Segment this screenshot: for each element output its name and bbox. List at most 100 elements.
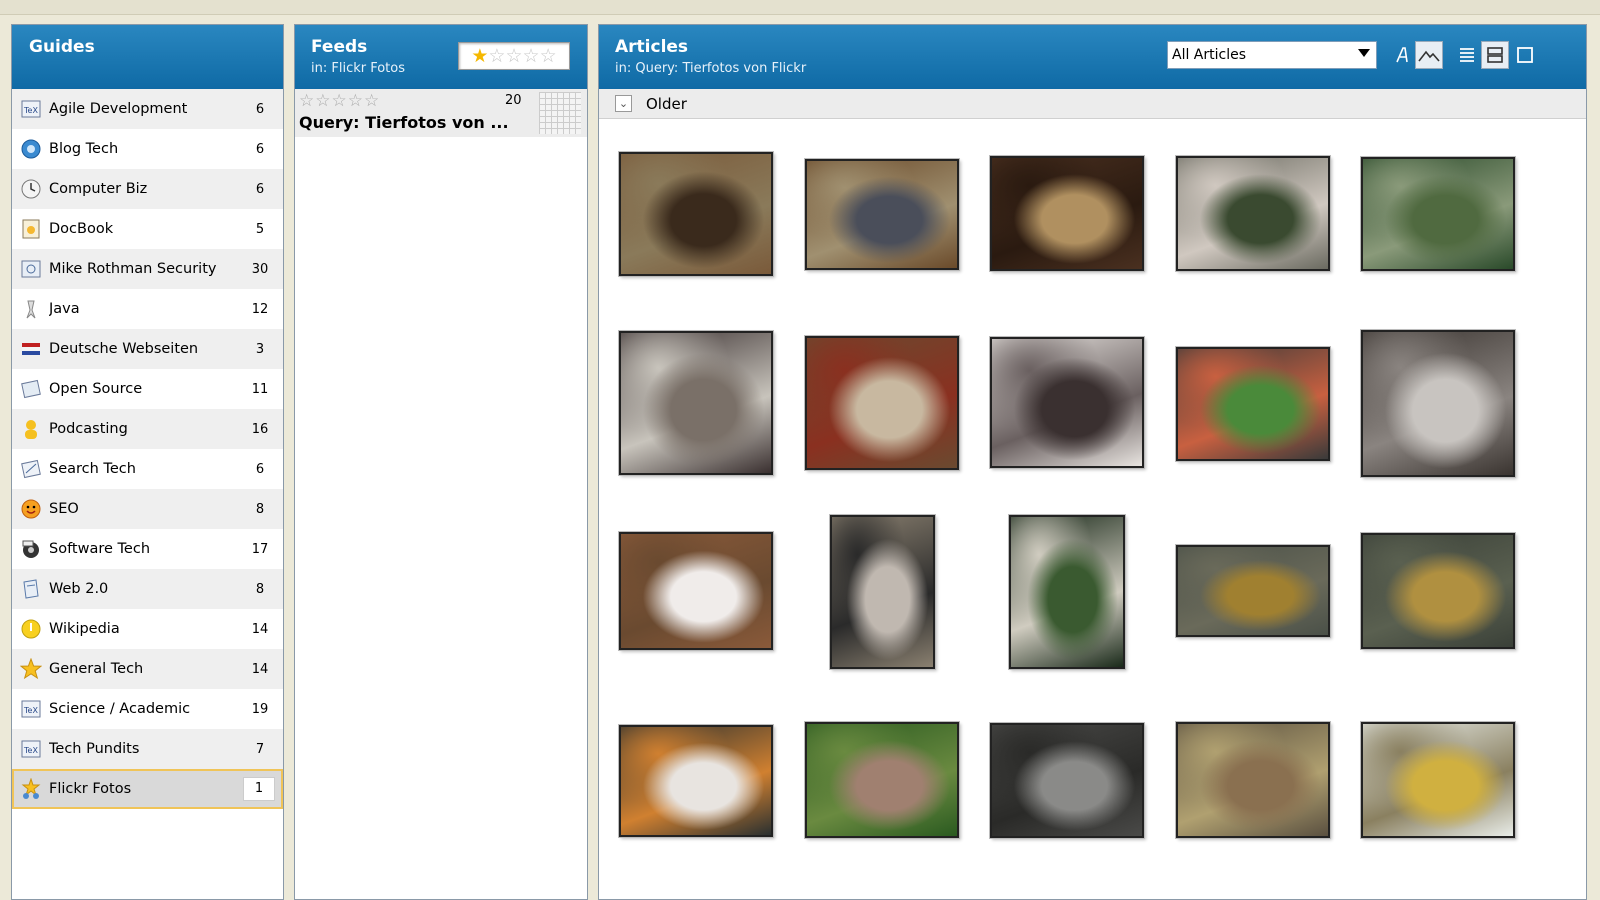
- guide-label: Agile Development: [49, 101, 188, 117]
- guide-label: Computer Biz: [49, 181, 148, 197]
- unread-count-badge: 7: [255, 741, 265, 757]
- image-view-icon[interactable]: [1415, 41, 1443, 69]
- unread-count-badge: 5: [255, 221, 265, 237]
- single-view-icon[interactable]: [1511, 41, 1539, 69]
- guide-label: Flickr Fotos: [49, 781, 132, 797]
- tex-document-icon: TeX: [19, 697, 43, 721]
- window-top-strip: [0, 0, 1600, 15]
- guide-item-agile-development[interactable]: TeX Agile Development 6: [12, 89, 283, 129]
- article-thumbnail[interactable]: [1176, 156, 1330, 271]
- guides-list: TeX Agile Development 6 Blog Tech 6 Computer …: [12, 89, 283, 809]
- chevron-down-icon: [1358, 49, 1370, 57]
- guide-item-science-academic[interactable]: TeX Science / Academic 19: [12, 689, 283, 729]
- guide-item-computer-biz[interactable]: Computer Biz 6: [12, 169, 283, 209]
- feed-title: Query: Tierfotos von ...: [299, 113, 509, 132]
- article-thumbnail[interactable]: [805, 722, 959, 838]
- rating-star-icon[interactable]: ☆: [488, 46, 505, 66]
- guide-item-java[interactable]: Java 12: [12, 289, 283, 329]
- list-view-icon[interactable]: [1453, 41, 1481, 69]
- guide-label: Search Tech: [49, 461, 136, 477]
- rating-star-icon[interactable]: ☆: [505, 46, 522, 66]
- guide-label: Podcasting: [49, 421, 128, 437]
- unread-count-badge: 6: [255, 461, 265, 477]
- article-thumbnail[interactable]: [1176, 722, 1330, 838]
- article-thumbnail[interactable]: [1361, 330, 1515, 477]
- unread-count-badge: 19: [251, 701, 269, 717]
- font-icon[interactable]: [1389, 41, 1417, 69]
- article-thumbnail[interactable]: [1176, 347, 1330, 461]
- article-thumbnail[interactable]: [1361, 533, 1515, 649]
- guide-item-flickr-fotos[interactable]: Flickr Fotos 1: [12, 769, 283, 809]
- guide-item-deutsche-webseiten[interactable]: Deutsche Webseiten 3: [12, 329, 283, 369]
- collapse-toggle-icon[interactable]: ⌄: [615, 95, 632, 112]
- article-thumbnail[interactable]: [619, 331, 773, 475]
- guide-label: Blog Tech: [49, 141, 119, 157]
- unread-count-badge: 14: [251, 661, 269, 677]
- article-thumbnail[interactable]: [619, 532, 773, 650]
- article-thumbnail[interactable]: [1361, 157, 1515, 271]
- article-thumbnail[interactable]: [990, 156, 1144, 271]
- feed-rating-filter[interactable]: ★ ☆ ☆ ☆ ☆: [458, 42, 570, 70]
- feeds-header: Feeds in: Flickr Fotos ★ ☆ ☆ ☆ ☆: [295, 25, 587, 89]
- unread-count-badge: 16: [251, 421, 269, 437]
- svg-text:TeX: TeX: [23, 706, 38, 715]
- guide-label: Open Source: [49, 381, 143, 397]
- lightbulb-icon: [19, 617, 43, 641]
- guide-label: Science / Academic: [49, 701, 191, 717]
- guide-item-open-source[interactable]: Open Source 11: [12, 369, 283, 409]
- flag-icon: [19, 337, 43, 361]
- guide-item-podcasting[interactable]: Podcasting 16: [12, 409, 283, 449]
- article-thumbnail[interactable]: [990, 723, 1144, 838]
- article-thumbnail[interactable]: [1009, 515, 1125, 669]
- guide-item-general-tech[interactable]: General Tech 14: [12, 649, 283, 689]
- group-header-older[interactable]: ⌄ Older: [599, 89, 1586, 119]
- feed-count: 20: [505, 93, 522, 108]
- article-thumbnail[interactable]: [619, 725, 773, 837]
- article-thumbnail[interactable]: [805, 159, 959, 270]
- guide-label: Web 2.0: [49, 581, 109, 597]
- rating-star-icon[interactable]: ☆: [523, 46, 540, 66]
- guide-label: Software Tech: [49, 541, 151, 557]
- feeds-panel: Feeds in: Flickr Fotos ★ ☆ ☆ ☆ ☆ ☆☆☆☆☆ 20 Quer…: [294, 24, 588, 900]
- guide-item-web-2-0[interactable]: Web 2.0 8: [12, 569, 283, 609]
- open-source-icon: [19, 377, 43, 401]
- article-thumbnail[interactable]: [1176, 545, 1330, 637]
- detail-view-icon[interactable]: [1481, 41, 1509, 69]
- guide-label: Tech Pundits: [49, 741, 140, 757]
- group-label: Older: [646, 94, 687, 113]
- tex-document-icon: TeX: [19, 97, 43, 121]
- rating-star-icon[interactable]: ☆: [540, 46, 557, 66]
- articles-header: Articles in: Query: Tierfotos von Flickr…: [599, 25, 1586, 89]
- guide-item-tech-pundits[interactable]: TeX Tech Pundits 7: [12, 729, 283, 769]
- tex-document-icon: TeX: [19, 737, 43, 761]
- article-thumbnail[interactable]: [805, 336, 959, 470]
- feed-item[interactable]: ☆☆☆☆☆ 20 Query: Tierfotos von ...: [295, 89, 587, 137]
- article-thumbnail[interactable]: [830, 515, 935, 669]
- guide-item-mike-rothman-security[interactable]: Mike Rothman Security 30: [12, 249, 283, 289]
- rating-star-icon[interactable]: ★: [471, 46, 488, 66]
- unread-count-badge: 3: [255, 341, 265, 357]
- unread-count-badge: 17: [251, 541, 269, 557]
- article-filter-select[interactable]: All Articles: [1167, 41, 1377, 69]
- unread-count-badge: 8: [255, 581, 265, 597]
- article-thumbnail[interactable]: [990, 337, 1144, 468]
- svg-text:TeX: TeX: [23, 746, 38, 755]
- guide-label: SEO: [49, 501, 79, 517]
- guide-item-wikipedia[interactable]: Wikipedia 14: [12, 609, 283, 649]
- unread-count-badge: 11: [251, 381, 269, 397]
- guide-item-docbook[interactable]: DocBook 5: [12, 209, 283, 249]
- feed-rating-stars[interactable]: ☆☆☆☆☆: [299, 91, 380, 111]
- guides-title: Guides: [29, 37, 95, 57]
- guide-label: Wikipedia: [49, 621, 120, 637]
- guide-item-software-tech[interactable]: Software Tech 17: [12, 529, 283, 569]
- article-thumbnail[interactable]: [1361, 722, 1515, 838]
- article-thumbnail[interactable]: [619, 152, 773, 276]
- guide-item-blog-tech[interactable]: Blog Tech 6: [12, 129, 283, 169]
- svg-text:TeX: TeX: [23, 106, 38, 115]
- search-document-icon: [19, 457, 43, 481]
- guide-item-search-tech[interactable]: Search Tech 6: [12, 449, 283, 489]
- web-icon: [19, 577, 43, 601]
- security-document-icon: [19, 257, 43, 281]
- star-icon: [19, 657, 43, 681]
- guide-item-seo[interactable]: SEO 8: [12, 489, 283, 529]
